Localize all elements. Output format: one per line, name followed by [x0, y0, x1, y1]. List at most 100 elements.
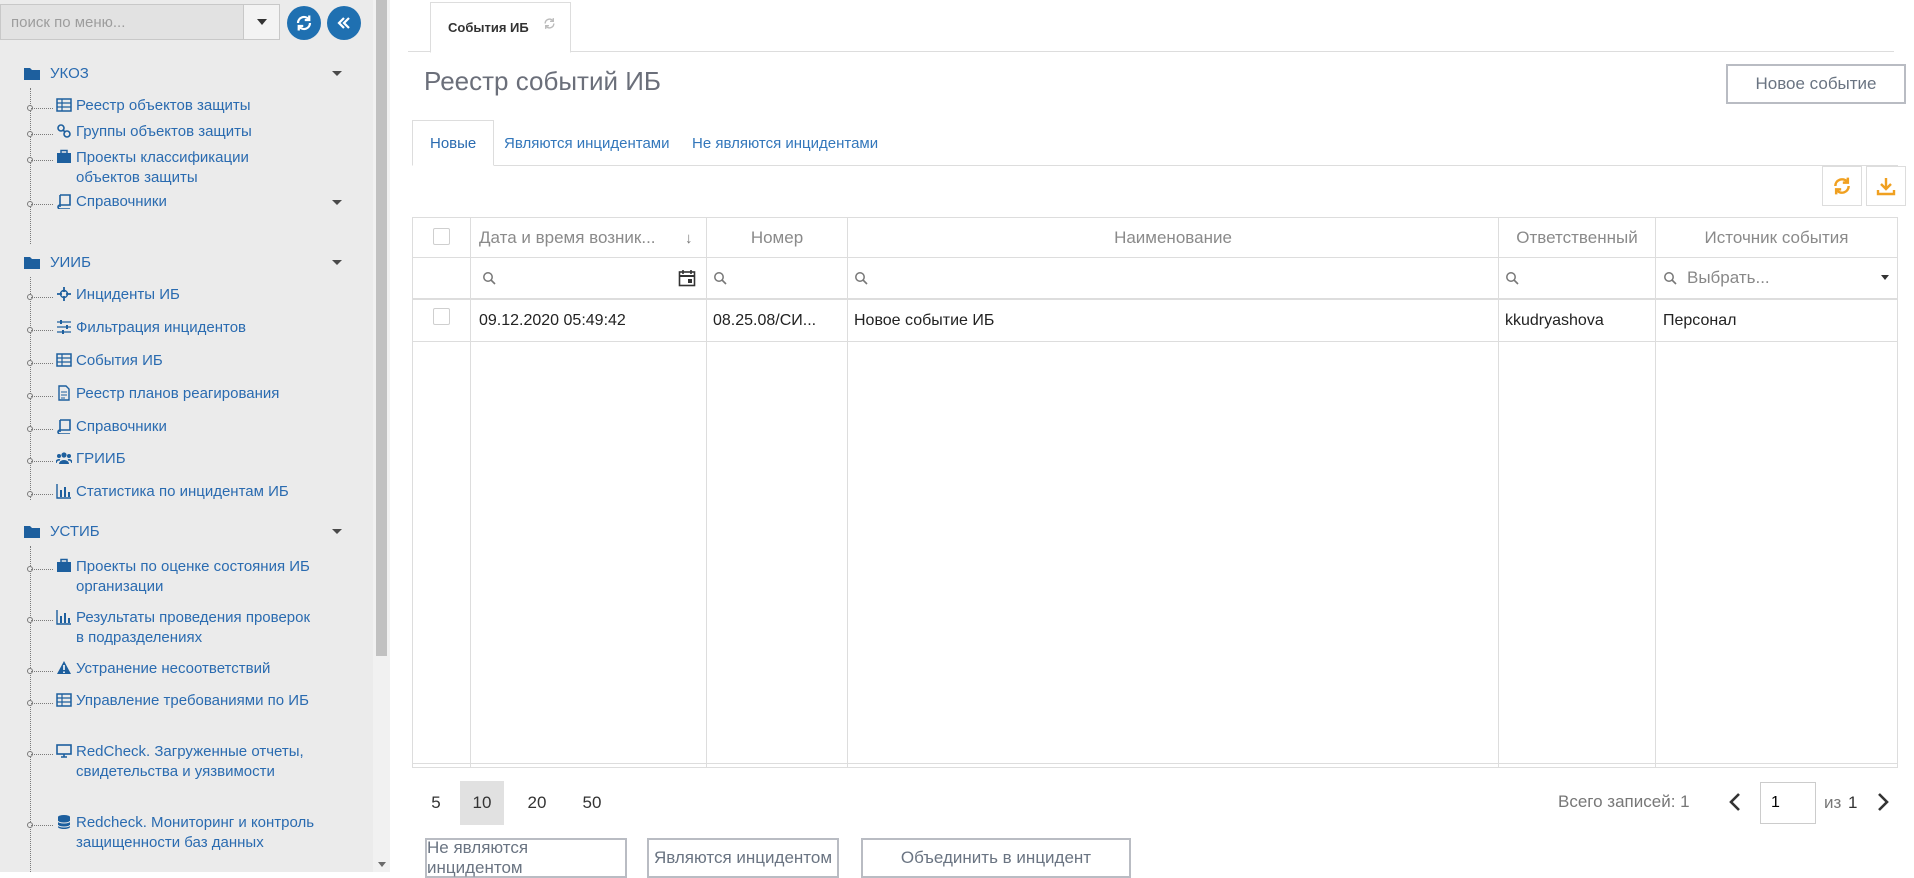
menu-item-classification-projects[interactable]: Проекты классификации объектов защиты [27, 148, 330, 190]
page-size-20[interactable]: 20 [515, 781, 559, 825]
total-records: Всего записей: 1 [1558, 792, 1690, 811]
page-size-50[interactable]: 50 [570, 781, 614, 825]
select-all-checkbox[interactable] [433, 228, 450, 245]
menu-item-incidents[interactable]: Инциденты ИБ [27, 285, 330, 307]
page-title: Реестр событий ИБ [424, 66, 661, 96]
menu-item-response-plans[interactable]: Реестр планов реагирования [27, 384, 330, 406]
menu-search-dropdown-button[interactable] [244, 4, 280, 40]
tree-branch [31, 429, 53, 430]
menu-search-input[interactable] [0, 4, 244, 40]
sidebar: УКОЗ Реестр объектов защиты Группы объек… [0, 0, 373, 872]
tree-branch [31, 396, 53, 397]
menu-item-redcheck-db-monitoring[interactable]: Redcheck. Мониторинг и контроль защищенн… [27, 813, 330, 872]
tab-new[interactable]: Новые [412, 120, 495, 166]
tab-are-incidents[interactable]: Являются инцидентами [504, 120, 670, 166]
monitor-icon [56, 744, 72, 758]
tree-branch [31, 620, 53, 621]
refresh-grid-button[interactable] [1822, 166, 1862, 206]
column-header-datetime[interactable]: Дата и время возник... ↓ [479, 218, 699, 258]
column-header-name[interactable]: Наименование [848, 218, 1498, 258]
menu-item-griib[interactable]: ГРИИБ [27, 449, 330, 471]
grid-header-row: Дата и время возник... ↓ Номер Наименова… [413, 218, 1897, 258]
menu-item-object-groups[interactable]: Группы объектов защиты [27, 122, 330, 144]
row-checkbox[interactable] [433, 308, 450, 325]
tree-branch [31, 569, 53, 570]
scroll-down-arrow-icon[interactable] [378, 862, 386, 867]
merge-into-incident-button[interactable]: Объединить в инцидент [861, 838, 1131, 878]
column-header-number[interactable]: Номер [707, 218, 847, 258]
menu-item-redcheck-reports[interactable]: RedCheck. Загруженные отчеты, свидетельс… [27, 742, 330, 804]
menu-item-requirements[interactable]: Управление требованиями по ИБ [27, 691, 330, 733]
tree-branch [31, 671, 53, 672]
chevron-down-icon [332, 71, 342, 76]
crosshair-icon [57, 287, 71, 301]
menu-item-incident-stats[interactable]: Статистика по инцидентам ИБ [27, 482, 330, 504]
export-button[interactable] [1866, 166, 1906, 206]
search-icon [483, 272, 496, 285]
tree-branch [31, 825, 53, 826]
page-size-10[interactable]: 10 [460, 781, 504, 825]
page-tab-bar: События ИБ [408, 0, 1894, 53]
new-event-button[interactable]: Новое событие [1726, 64, 1906, 104]
menu-item-label: Справочники [76, 193, 167, 210]
chevron-down-icon [1881, 275, 1889, 280]
current-page-input[interactable] [1760, 782, 1816, 824]
mark-incident-button[interactable]: Являются инцидентом [647, 838, 839, 878]
chevron-right-icon[interactable] [1870, 790, 1894, 814]
cell-source: Персонал [1663, 312, 1737, 329]
filter-name[interactable] [854, 258, 1494, 298]
table-icon [56, 353, 72, 367]
column-header-source[interactable]: Источник события [1656, 218, 1897, 258]
menu-group-header[interactable]: УСТИБ [0, 516, 373, 546]
menu-item-label: Группы объектов защиты [76, 123, 252, 140]
menu-group-label: УКОЗ [50, 64, 89, 82]
folder-icon [24, 257, 40, 269]
tab-not-incidents[interactable]: Не являются инцидентами [692, 120, 878, 166]
refresh-menu-button[interactable] [287, 6, 321, 40]
grid-footer-divider [413, 763, 1897, 764]
column-header-responsible[interactable]: Ответственный [1499, 218, 1655, 258]
menu-item-security-events[interactable]: События ИБ [27, 351, 330, 373]
menu-item-label: Управление требованиями по ИБ [76, 692, 309, 709]
sidebar-scrollbar[interactable] [373, 0, 390, 872]
page-size-5[interactable]: 5 [414, 781, 458, 825]
menu-item-references-uiib[interactable]: Справочники [27, 417, 330, 439]
filter-source-select[interactable]: Выбрать... [1663, 258, 1893, 298]
page-tab-security-events[interactable]: События ИБ [430, 2, 571, 53]
bar-chart-icon [56, 484, 71, 499]
double-chevron-left-icon [337, 17, 350, 29]
tree-branch [31, 461, 53, 462]
briefcase-icon [57, 149, 71, 163]
tree-branch [31, 204, 53, 205]
menu-item-incident-filtering[interactable]: Фильтрация инцидентов [27, 318, 330, 340]
menu-group-header[interactable]: УКОЗ [0, 58, 373, 88]
menu-item-label: Справочники [76, 418, 167, 435]
menu-item-nonconformities[interactable]: Устранение несоответствий [27, 659, 330, 681]
menu-search-row [0, 0, 373, 46]
menu-group-label: УСТИБ [50, 522, 100, 540]
menu-item-assessment-projects[interactable]: Проекты по оценке состояния ИБ организац… [27, 557, 330, 599]
search-icon [1506, 272, 1519, 285]
menu-item-audit-results[interactable]: Результаты проведения проверок в подразд… [27, 608, 330, 650]
menu-item-registry-objects[interactable]: Реестр объектов защиты [27, 96, 330, 118]
menu-item-label: Устранение несоответствий [76, 660, 271, 677]
collapse-sidebar-button[interactable] [327, 6, 361, 40]
download-icon [1876, 178, 1896, 196]
scrollbar-thumb[interactable] [376, 0, 387, 656]
filter-number[interactable] [713, 258, 843, 298]
menu-item-references-ukoz[interactable]: Справочники [27, 192, 342, 214]
chevron-left-icon[interactable] [1724, 790, 1748, 814]
cell-number: 08.25.08/СИ... [713, 312, 817, 329]
chevron-down-icon [332, 200, 342, 205]
filter-responsible[interactable] [1505, 258, 1655, 298]
chevron-down-icon [256, 19, 267, 25]
menu-item-label: RedCheck. Загруженные отчеты, свидетельс… [76, 743, 304, 780]
reload-icon[interactable] [543, 17, 556, 30]
calendar-icon[interactable] [678, 269, 696, 287]
folder-icon [24, 526, 40, 538]
menu-group-header[interactable]: УИИБ [0, 247, 373, 277]
menu-item-label: ГРИИБ [76, 450, 126, 467]
table-row[interactable]: 09.12.2020 05:49:42 08.25.08/СИ... Новое… [413, 300, 1897, 342]
mark-not-incident-button[interactable]: Не являются инцидентом [425, 838, 627, 878]
filter-datetime[interactable] [479, 258, 699, 298]
